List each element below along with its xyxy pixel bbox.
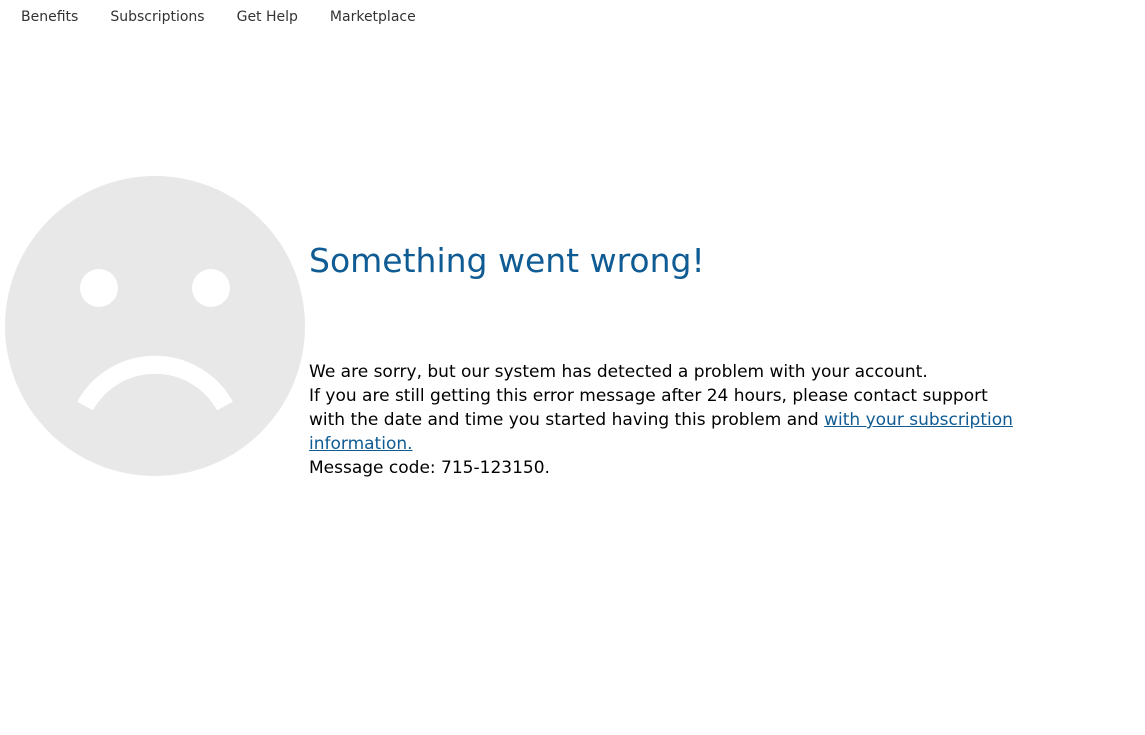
nav-item-get-help[interactable]: Get Help — [237, 0, 298, 34]
nav-item-subscriptions[interactable]: Subscriptions — [110, 0, 204, 34]
nav-item-benefits[interactable]: Benefits — [21, 0, 78, 34]
error-message: We are sorry, but our system has detecte… — [309, 360, 1029, 480]
left-eye — [80, 269, 118, 307]
nav-item-marketplace[interactable]: Marketplace — [330, 0, 416, 34]
error-line-2: If you are still getting this error mess… — [309, 384, 1029, 456]
error-line-1: We are sorry, but our system has detecte… — [309, 362, 928, 382]
error-title: Something went wrong! — [309, 241, 705, 280]
face-circle — [5, 176, 305, 476]
right-eye — [192, 269, 230, 307]
top-nav: Benefits Subscriptions Get Help Marketpl… — [0, 0, 448, 34]
message-code: Message code: 715-123150. — [309, 458, 550, 478]
sad-face-icon — [5, 176, 305, 476]
